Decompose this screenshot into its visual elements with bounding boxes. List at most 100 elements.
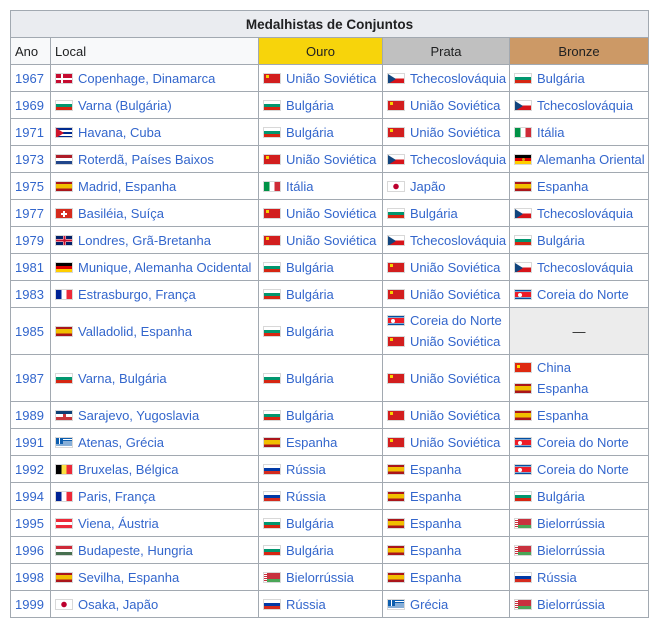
- local-link[interactable]: Londres, Grã-Bretanha: [78, 233, 211, 248]
- year-link[interactable]: 1995: [10, 509, 51, 537]
- country-link[interactable]: União Soviética: [410, 371, 500, 386]
- flag-entry: União Soviética: [263, 68, 378, 89]
- country-link[interactable]: União Soviética: [410, 287, 500, 302]
- country-link[interactable]: Rússia: [286, 462, 326, 477]
- year-link[interactable]: 1977: [10, 199, 51, 227]
- country-link[interactable]: Espanha: [410, 516, 461, 531]
- flag-entry: União Soviética: [387, 368, 505, 389]
- year-link[interactable]: 1975: [10, 172, 51, 200]
- country-link[interactable]: Itália: [286, 179, 313, 194]
- country-link[interactable]: Bulgária: [537, 71, 585, 86]
- local-link[interactable]: Roterdã, Países Baixos: [78, 152, 214, 167]
- year-link[interactable]: 1969: [10, 91, 51, 119]
- year-link[interactable]: 1994: [10, 482, 51, 510]
- year-link[interactable]: 1967: [10, 64, 51, 92]
- country-link[interactable]: União Soviética: [410, 408, 500, 423]
- local-link[interactable]: Paris, França: [78, 489, 155, 504]
- local-link[interactable]: Sarajevo, Yugoslavia: [78, 408, 199, 423]
- country-link[interactable]: Tchecoslováquia: [537, 98, 633, 113]
- year-link[interactable]: 1987: [10, 354, 51, 402]
- country-link[interactable]: Espanha: [410, 462, 461, 477]
- country-link[interactable]: Espanha: [410, 543, 461, 558]
- country-link[interactable]: União Soviética: [286, 71, 376, 86]
- country-link[interactable]: Grécia: [410, 597, 448, 612]
- year-link[interactable]: 1998: [10, 563, 51, 591]
- country-link[interactable]: Tchecoslováquia: [537, 260, 633, 275]
- country-link[interactable]: Rússia: [537, 570, 577, 585]
- local-link[interactable]: Viena, Áustria: [78, 516, 159, 531]
- local-link[interactable]: Bruxelas, Bélgica: [78, 462, 178, 477]
- country-link[interactable]: Bulgária: [537, 233, 585, 248]
- country-link[interactable]: Espanha: [286, 435, 337, 450]
- country-link[interactable]: Bulgária: [286, 371, 334, 386]
- country-link[interactable]: Espanha: [410, 489, 461, 504]
- country-link[interactable]: Coreia do Norte: [537, 462, 629, 477]
- country-link[interactable]: Tchecoslováquia: [410, 233, 506, 248]
- country-link[interactable]: Bulgária: [286, 260, 334, 275]
- country-link[interactable]: Bulgária: [286, 287, 334, 302]
- country-link[interactable]: Bulgária: [286, 324, 334, 339]
- country-link[interactable]: Bulgária: [286, 125, 334, 140]
- country-link[interactable]: Bielorrússia: [537, 597, 605, 612]
- year-link[interactable]: 1991: [10, 428, 51, 456]
- country-link[interactable]: Rússia: [286, 489, 326, 504]
- country-link[interactable]: União Soviética: [286, 233, 376, 248]
- country-link[interactable]: Bielorrússia: [537, 543, 605, 558]
- local-link[interactable]: Madrid, Espanha: [78, 179, 176, 194]
- year-link[interactable]: 1973: [10, 145, 51, 173]
- local-link[interactable]: Varna (Bulgária): [78, 98, 172, 113]
- local-link[interactable]: Varna, Bulgária: [78, 371, 167, 386]
- country-link[interactable]: Bulgária: [286, 543, 334, 558]
- country-link[interactable]: Bulgária: [286, 516, 334, 531]
- year-link[interactable]: 1992: [10, 455, 51, 483]
- local-link[interactable]: Sevilha, Espanha: [78, 570, 179, 585]
- country-link[interactable]: Espanha: [537, 381, 588, 396]
- country-link[interactable]: Bulgária: [286, 98, 334, 113]
- country-link[interactable]: Bulgária: [410, 206, 458, 221]
- country-link[interactable]: Espanha: [537, 408, 588, 423]
- year-link[interactable]: 1971: [10, 118, 51, 146]
- country-link[interactable]: Coreia do Norte: [537, 287, 629, 302]
- country-link[interactable]: Bielorrússia: [537, 516, 605, 531]
- year-link[interactable]: 1996: [10, 536, 51, 564]
- country-link[interactable]: União Soviética: [410, 260, 500, 275]
- country-link[interactable]: União Soviética: [410, 435, 500, 450]
- country-link[interactable]: China: [537, 360, 571, 375]
- local-link[interactable]: Atenas, Grécia: [78, 435, 164, 450]
- year-link[interactable]: 1979: [10, 226, 51, 254]
- country-link[interactable]: Bulgária: [286, 408, 334, 423]
- flag-icon: [55, 325, 73, 337]
- country-link[interactable]: Japão: [410, 179, 445, 194]
- local-link[interactable]: Osaka, Japão: [78, 597, 158, 612]
- country-link[interactable]: Itália: [537, 125, 564, 140]
- country-link[interactable]: União Soviética: [410, 334, 500, 349]
- country-link[interactable]: Alemanha Oriental: [537, 152, 645, 167]
- country-link[interactable]: Coreia do Norte: [537, 435, 629, 450]
- year-link[interactable]: 1985: [10, 307, 51, 355]
- country-link[interactable]: Tchecoslováquia: [410, 152, 506, 167]
- local-link[interactable]: Budapeste, Hungria: [78, 543, 193, 558]
- country-link[interactable]: Tchecoslováquia: [537, 206, 633, 221]
- country-link[interactable]: União Soviética: [410, 98, 500, 113]
- country-link[interactable]: Espanha: [537, 179, 588, 194]
- country-link[interactable]: Bielorrússia: [286, 570, 354, 585]
- local-link[interactable]: Copenhage, Dinamarca: [78, 71, 215, 86]
- local-link[interactable]: Valladolid, Espanha: [78, 324, 192, 339]
- local-link[interactable]: Basiléia, Suíça: [78, 206, 164, 221]
- country-link[interactable]: Coreia do Norte: [410, 313, 502, 328]
- country-link[interactable]: União Soviética: [286, 152, 376, 167]
- local-link[interactable]: Munique, Alemanha Ocidental: [78, 260, 251, 275]
- year-link[interactable]: 1981: [10, 253, 51, 281]
- country-link[interactable]: União Soviética: [410, 125, 500, 140]
- country-link[interactable]: Espanha: [410, 570, 461, 585]
- country-link[interactable]: Tchecoslováquia: [410, 71, 506, 86]
- country-link[interactable]: Rússia: [286, 597, 326, 612]
- local-link[interactable]: Estrasburgo, França: [78, 287, 196, 302]
- country-link[interactable]: União Soviética: [286, 206, 376, 221]
- year-link[interactable]: 1999: [10, 590, 51, 618]
- local-link[interactable]: Havana, Cuba: [78, 125, 161, 140]
- year-link[interactable]: 1983: [10, 280, 51, 308]
- country-link[interactable]: Bulgária: [537, 489, 585, 504]
- bronze-cell: Tchecoslováquia: [508, 199, 650, 227]
- year-link[interactable]: 1989: [10, 401, 51, 429]
